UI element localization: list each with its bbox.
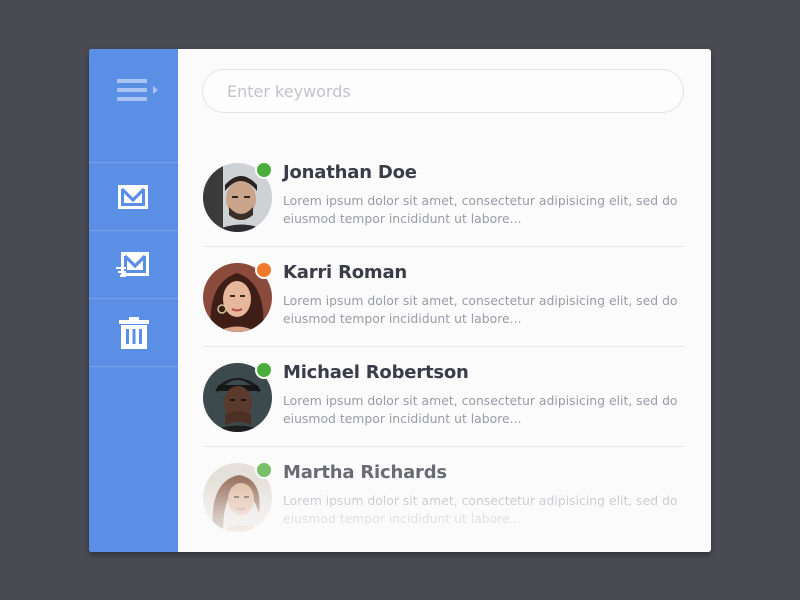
sender-name: Michael Robertson — [283, 362, 469, 383]
main-panel: Jonathan Doe Lorem ipsum dolor sit amet,… — [178, 49, 711, 552]
envelope-icon — [118, 185, 148, 209]
message-preview: Lorem ipsum dolor sit amet, consectetur … — [283, 493, 678, 526]
status-away-indicator — [255, 261, 273, 279]
message-item-michael-robertson[interactable]: Michael Robertson Lorem ipsum dolor sit … — [203, 347, 685, 447]
search-box — [202, 69, 684, 113]
sidebar-item-trash[interactable] — [89, 299, 178, 367]
sender-name: Jonathan Doe — [283, 162, 417, 183]
sidebar — [89, 49, 178, 552]
message-item-martha-richards[interactable]: Martha Richards Lorem ipsum dolor sit am… — [203, 447, 685, 547]
sidebar-item-inbox[interactable] — [89, 163, 178, 231]
sidebar-item-sent[interactable] — [89, 231, 178, 299]
status-online-indicator — [255, 161, 273, 179]
message-item-karri-roman[interactable]: Karri Roman Lorem ipsum dolor sit amet, … — [203, 247, 685, 347]
mail-app-window: Jonathan Doe Lorem ipsum dolor sit amet,… — [89, 49, 711, 552]
sender-name: Karri Roman — [283, 262, 408, 283]
status-online-indicator — [255, 361, 273, 379]
message-preview: Lorem ipsum dolor sit amet, consectetur … — [283, 293, 678, 326]
sender-name: Martha Richards — [283, 462, 447, 483]
message-list: Jonathan Doe Lorem ipsum dolor sit amet,… — [203, 147, 685, 547]
menu-icon — [117, 79, 158, 101]
trash-icon — [119, 317, 149, 349]
send-mail-icon — [116, 252, 149, 277]
message-preview: Lorem ipsum dolor sit amet, consectetur … — [283, 393, 678, 426]
menu-button[interactable] — [89, 49, 178, 163]
status-online-indicator — [255, 461, 273, 479]
message-preview: Lorem ipsum dolor sit amet, consectetur … — [283, 193, 678, 226]
message-item-jonathan-doe[interactable]: Jonathan Doe Lorem ipsum dolor sit amet,… — [203, 147, 685, 247]
search-input[interactable] — [203, 70, 683, 112]
